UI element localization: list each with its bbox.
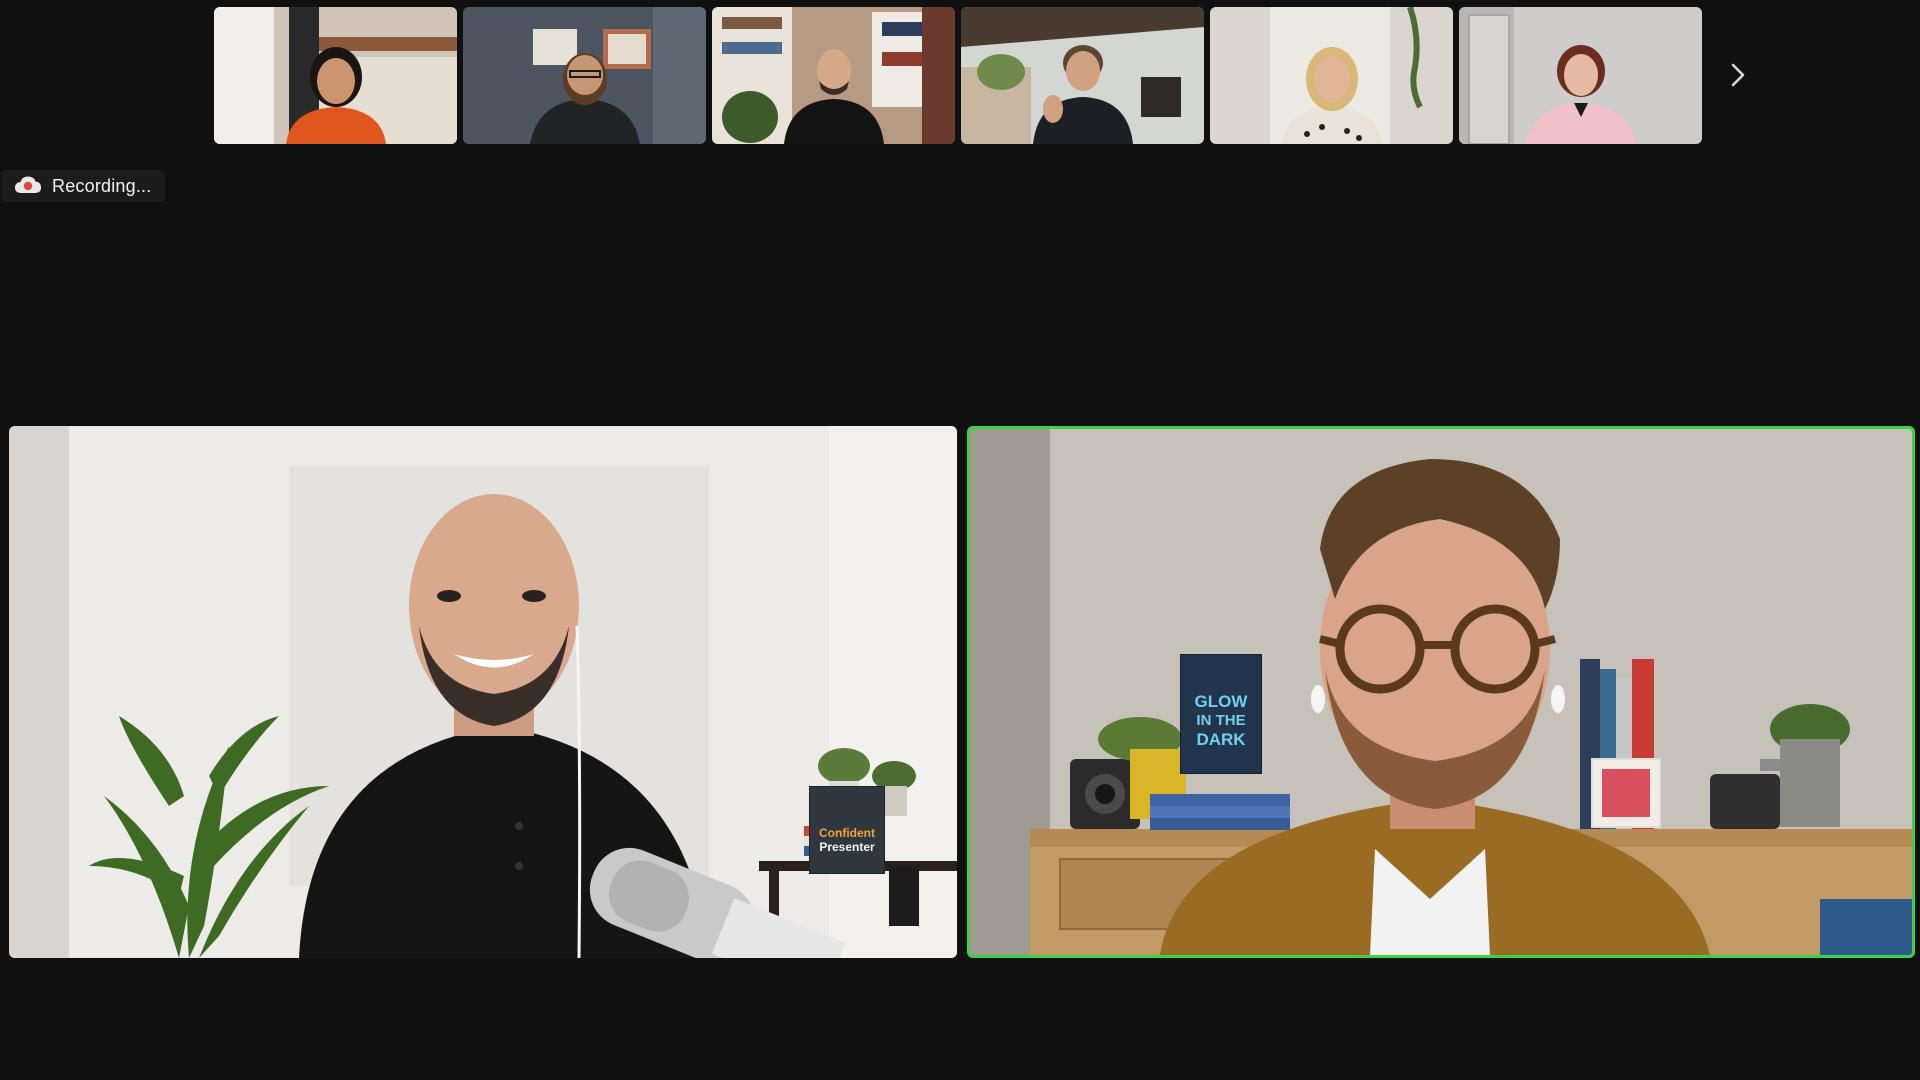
speaker-video-left[interactable]: Confident Presenter — [9, 426, 957, 958]
participant-thumbnail[interactable] — [463, 7, 706, 144]
video-feed — [9, 426, 957, 958]
book-cover: Confident Presenter — [809, 786, 885, 874]
participant-thumbnail[interactable] — [1210, 7, 1453, 144]
participant-thumbnail[interactable] — [214, 7, 457, 144]
book-title-line1: GLOW — [1194, 692, 1248, 711]
participant-silhouette — [285, 47, 386, 144]
book-title-line2: Presenter — [819, 840, 875, 854]
participant-strip — [214, 7, 1702, 144]
participant-silhouette — [1525, 45, 1636, 144]
participant-silhouette — [1032, 45, 1133, 144]
video-feed — [970, 429, 1912, 955]
participant-silhouette — [529, 53, 640, 144]
book-cover: GLOW IN THE DARK — [1180, 654, 1262, 774]
book-title-line1: Confident — [819, 826, 875, 840]
participant-silhouette — [1281, 47, 1382, 144]
recording-label: Recording... — [52, 175, 152, 196]
meeting-window: Recording... Confident Presenter GLOW IN… — [0, 0, 1920, 1080]
chevron-right-icon[interactable] — [1723, 58, 1753, 92]
participant-silhouette — [783, 49, 884, 144]
participant-thumbnail[interactable] — [1459, 7, 1702, 144]
book-title-line2: IN THE — [1196, 712, 1246, 729]
speaker-video-right-active[interactable]: GLOW IN THE DARK — [967, 426, 1915, 958]
recording-indicator[interactable]: Recording... — [2, 170, 166, 202]
cloud-recording-icon — [15, 176, 41, 193]
participant-thumbnail[interactable] — [961, 7, 1204, 144]
book-title-line3: DARK — [1196, 730, 1246, 749]
participant-thumbnail[interactable] — [712, 7, 955, 144]
